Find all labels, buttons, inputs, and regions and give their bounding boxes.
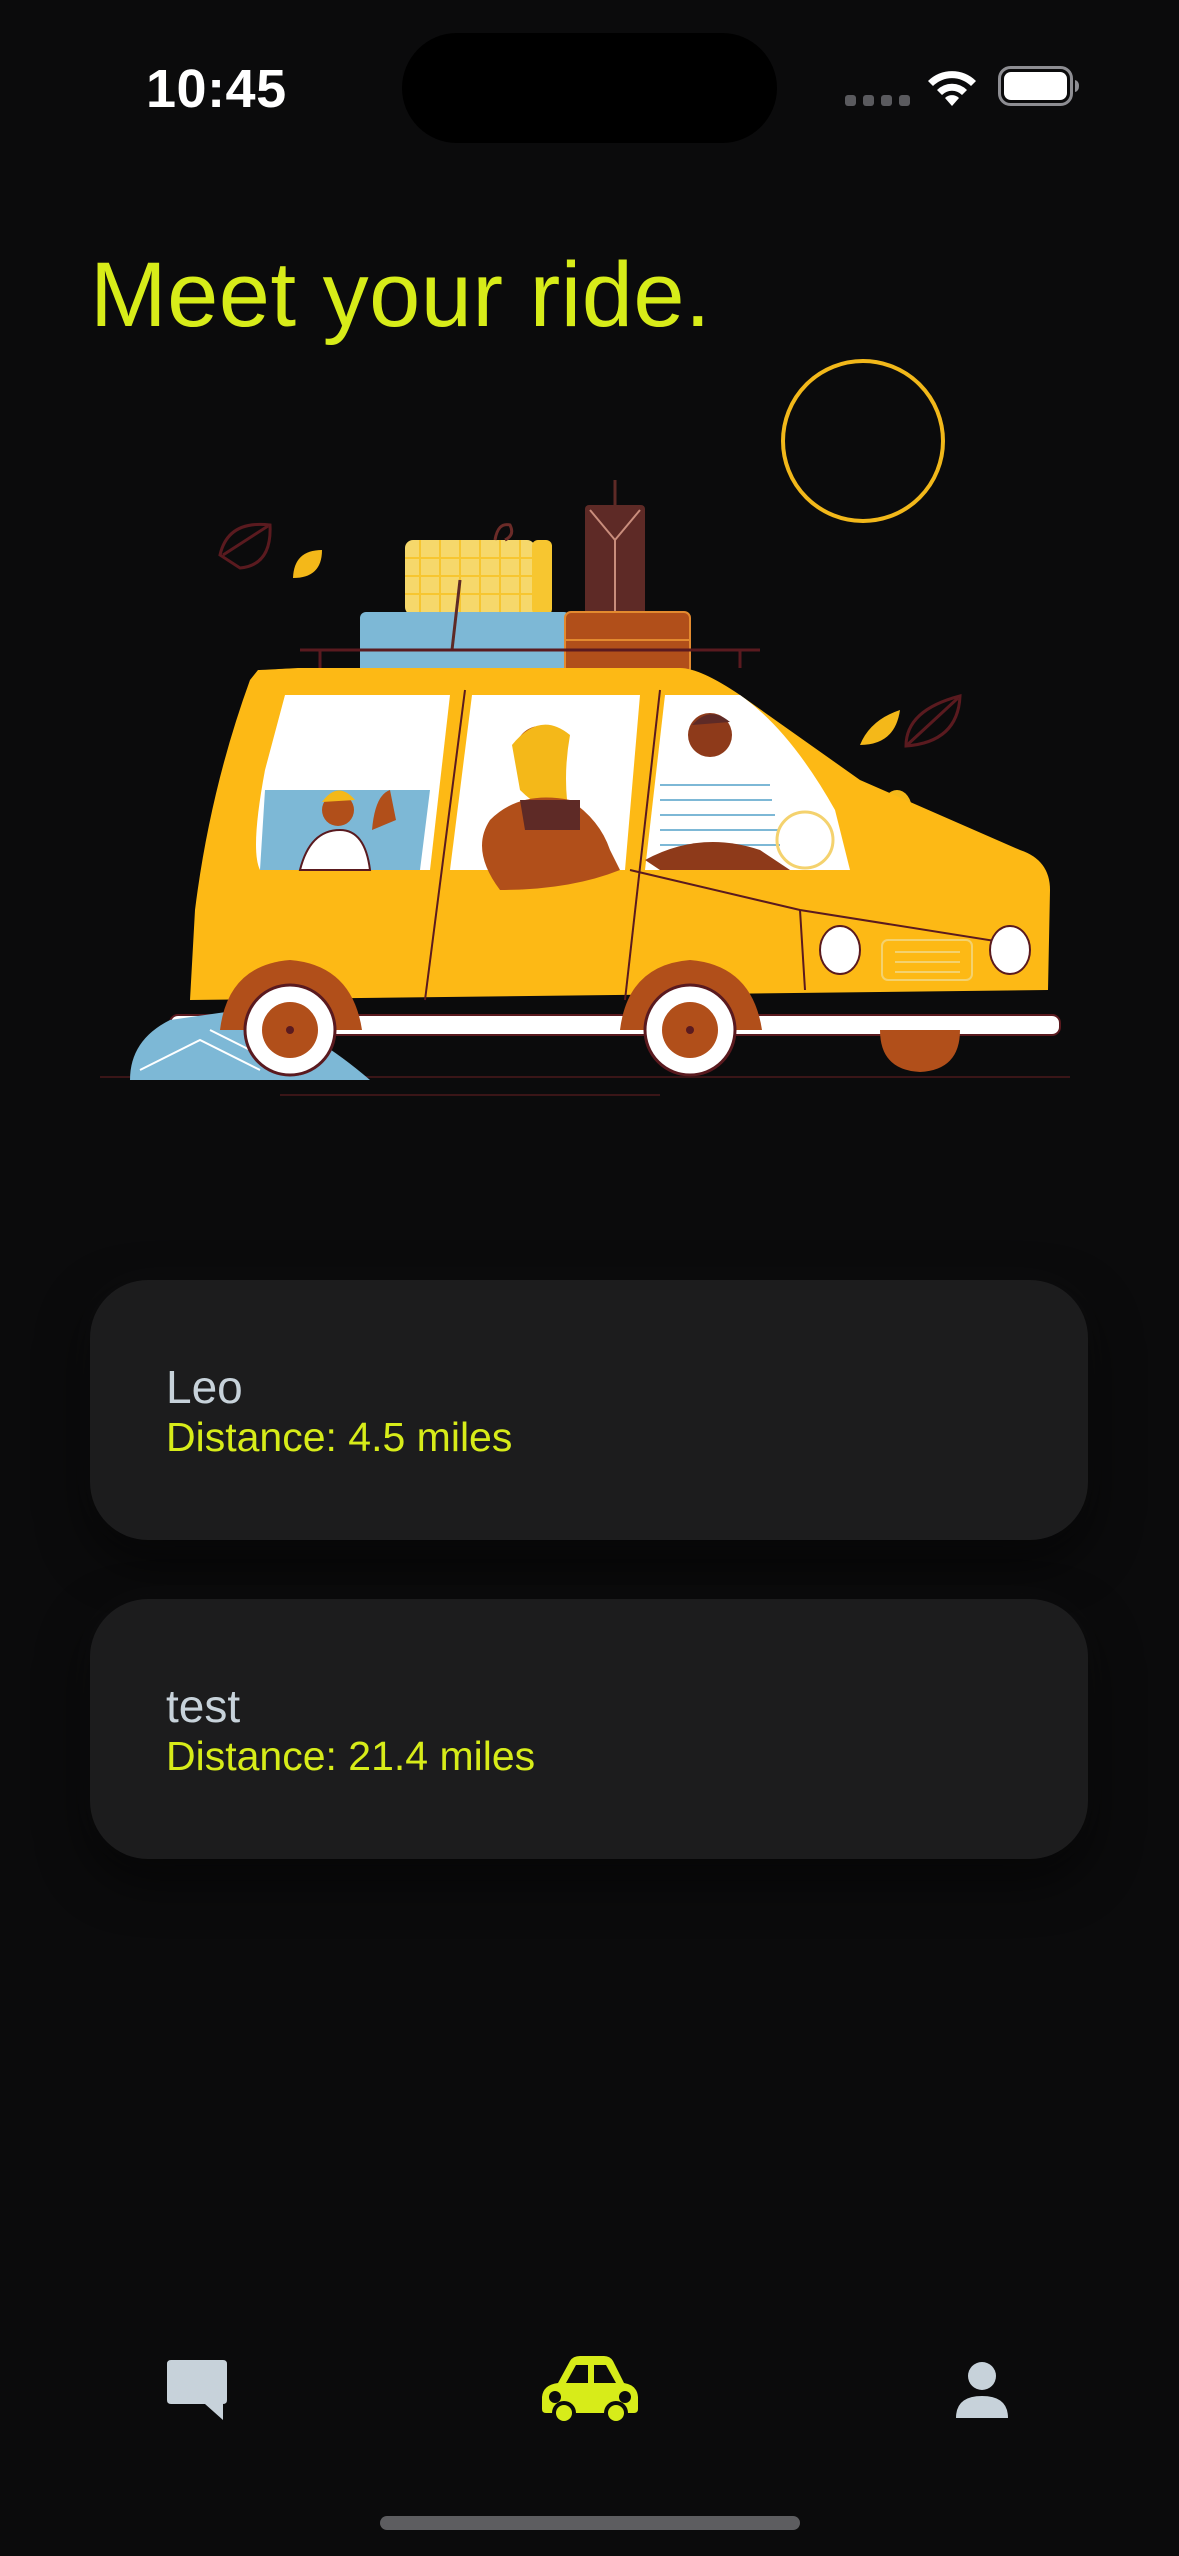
driver-name: Leo xyxy=(166,1361,243,1413)
cellular-signal-icon xyxy=(845,95,910,106)
ride-card[interactable]: Leo Distance: 4.5 miles xyxy=(90,1280,1088,1540)
dynamic-island xyxy=(402,33,777,143)
ride-distance: Distance: 21.4 miles xyxy=(166,1733,536,1779)
driver-name: test xyxy=(166,1680,241,1732)
tab-messages[interactable] xyxy=(117,2330,277,2450)
chat-bubble-icon xyxy=(167,2360,227,2420)
car-icon xyxy=(542,2356,638,2425)
tab-rides[interactable] xyxy=(510,2330,670,2450)
wifi-icon xyxy=(928,71,976,106)
home-indicator[interactable] xyxy=(380,2516,800,2530)
car-trip-illustration xyxy=(100,359,1070,1096)
person-icon xyxy=(956,2362,1008,2418)
ride-distance: Distance: 4.5 miles xyxy=(166,1414,513,1460)
ride-card[interactable]: test Distance: 21.4 miles xyxy=(90,1599,1088,1859)
tab-profile[interactable] xyxy=(902,2330,1062,2450)
status-time: 10:45 xyxy=(146,59,287,119)
battery-icon xyxy=(998,66,1079,106)
status-bar: 10:45 xyxy=(0,0,1179,160)
tab-bar xyxy=(0,2330,1179,2450)
page-title: Meet your ride. xyxy=(90,244,712,346)
